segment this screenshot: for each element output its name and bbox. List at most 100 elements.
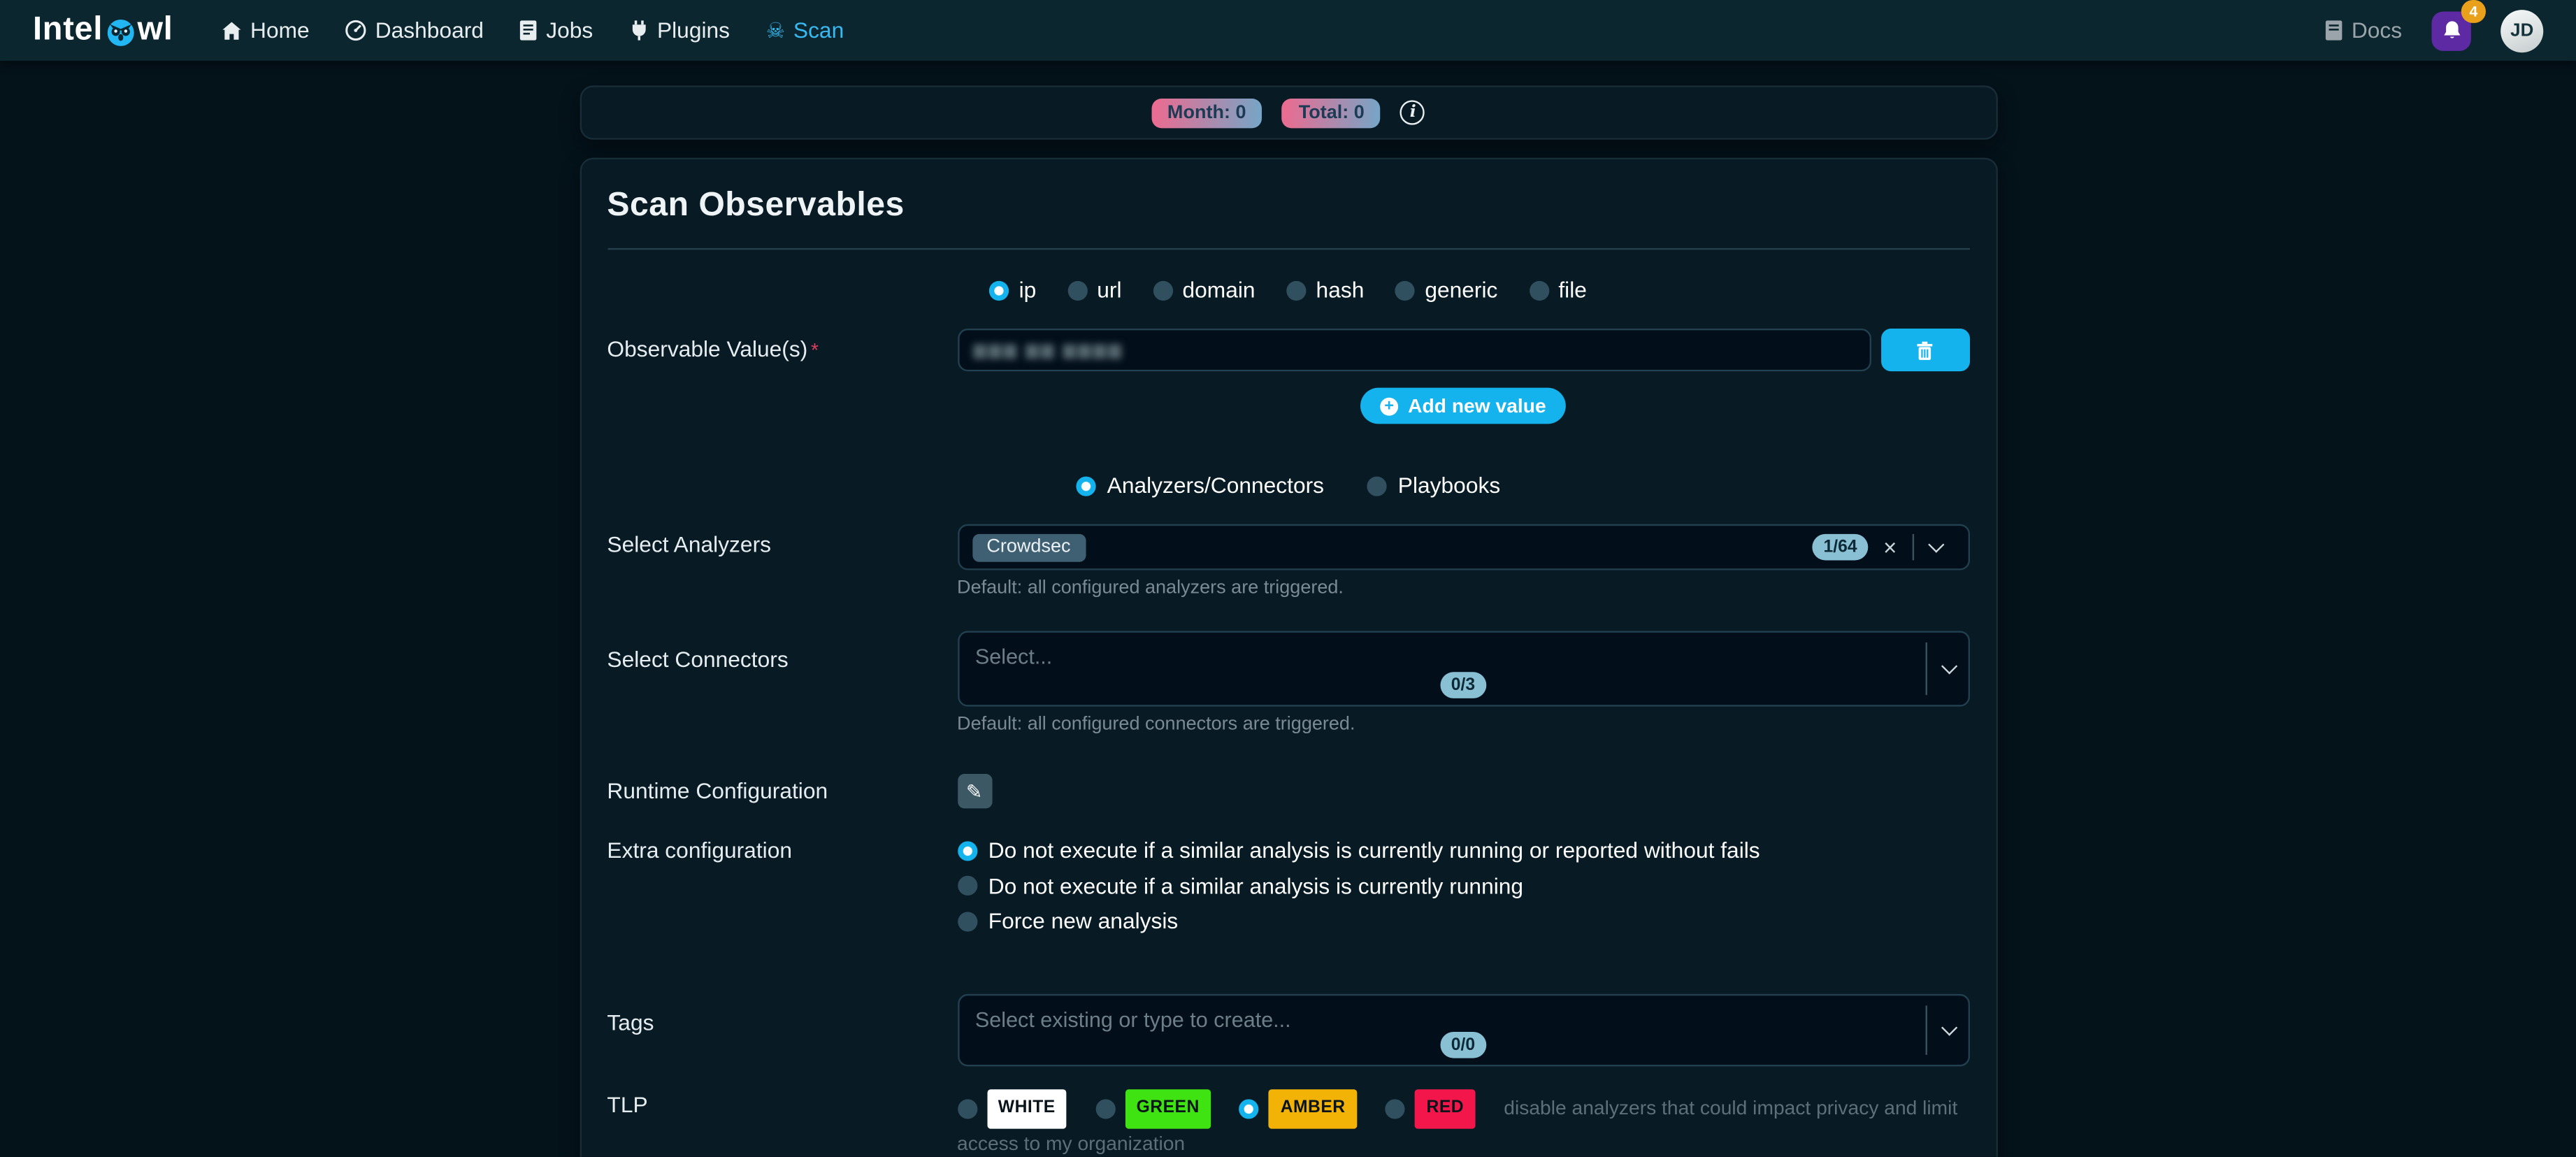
- radio-analyzers-connectors[interactable]: [1076, 475, 1095, 495]
- tlp-row: TLP WHITE GREEN AMBER RED disable analyz…: [607, 1088, 1969, 1157]
- month-quota-badge: Month: 0: [1151, 98, 1262, 127]
- page: Intel wl Home Dashboard: [0, 0, 2576, 1157]
- tlp-label: TLP: [607, 1088, 957, 1116]
- nav-item-home[interactable]: Home: [222, 18, 310, 43]
- radio-domain[interactable]: [1153, 280, 1172, 300]
- type-option-url[interactable]: url: [1067, 278, 1122, 302]
- type-option-hash[interactable]: hash: [1286, 278, 1364, 302]
- required-asterisk: *: [811, 338, 819, 361]
- type-option-domain[interactable]: domain: [1153, 278, 1255, 302]
- nav-item-dashboard[interactable]: Dashboard: [345, 18, 484, 43]
- plugins-icon: [629, 20, 649, 41]
- nav-label: Jobs: [546, 18, 593, 43]
- select-connectors-label: Select Connectors: [607, 631, 957, 673]
- runtime-configuration-label: Runtime Configuration: [607, 774, 957, 803]
- analyzers-select[interactable]: Crowdsec 1/64 ×: [957, 524, 1969, 570]
- nav-menu: Home Dashboard Jobs Plugins ☠ Scan: [222, 18, 844, 43]
- tlp-option-amber[interactable]: AMBER: [1239, 1088, 1357, 1128]
- extra-option-3[interactable]: Force new analysis: [957, 909, 1969, 933]
- plus-icon: +: [1380, 397, 1398, 415]
- brand-text-right: wl: [138, 11, 173, 49]
- pencil-icon: ✎: [966, 779, 983, 803]
- nav-label: Scan: [793, 18, 844, 43]
- select-connectors-row: Select Connectors Select... 0/3 Default:…: [607, 631, 1969, 735]
- select-divider: [1924, 642, 1926, 695]
- trash-icon: [1914, 339, 1936, 361]
- connectors-select[interactable]: Select... 0/3: [957, 631, 1969, 707]
- type-option-file[interactable]: file: [1529, 278, 1587, 302]
- select-analyzers-label: Select Analyzers: [607, 498, 957, 557]
- tlp-option-green[interactable]: GREEN: [1095, 1088, 1211, 1128]
- nav-item-plugins[interactable]: Plugins: [629, 18, 730, 43]
- nav-label: Home: [250, 18, 310, 43]
- nav-label: Plugins: [657, 18, 730, 43]
- chevron-down-icon[interactable]: [1927, 536, 1943, 552]
- radio-file[interactable]: [1529, 280, 1548, 300]
- remove-value-button[interactable]: [1880, 329, 1969, 371]
- tags-select[interactable]: Select existing or type to create... 0/0: [957, 993, 1969, 1065]
- clear-analyzers-icon[interactable]: ×: [1883, 536, 1897, 559]
- notification-count-badge: 4: [2461, 0, 2486, 22]
- navbar: Intel wl Home Dashboard: [0, 0, 2576, 61]
- radio-no-exec-running-or-reported[interactable]: [957, 840, 977, 860]
- quota-info-icon[interactable]: i: [1401, 100, 1425, 124]
- type-option-generic[interactable]: generic: [1395, 278, 1497, 302]
- select-divider: [1924, 1005, 1926, 1054]
- extra-option-2[interactable]: Do not execute if a similar analysis is …: [957, 873, 1969, 898]
- type-option-ip[interactable]: ip: [989, 278, 1036, 302]
- docs-link[interactable]: Docs: [2325, 18, 2402, 43]
- radio-tlp-red[interactable]: [1386, 1098, 1405, 1118]
- tlp-amber-badge[interactable]: AMBER: [1269, 1088, 1357, 1128]
- edit-runtime-config-button[interactable]: ✎: [957, 774, 991, 808]
- radio-tlp-white[interactable]: [957, 1098, 977, 1118]
- extra-configuration-label: Extra configuration: [607, 838, 957, 863]
- mode-option-analyzers-connectors[interactable]: Analyzers/Connectors: [1076, 473, 1324, 498]
- tags-count-badge: 0/0: [1439, 1031, 1486, 1058]
- extra-configuration-row: Extra configuration Do not execute if a …: [607, 838, 1969, 944]
- tags-placeholder: Select existing or type to create...: [975, 1007, 1291, 1031]
- docs-label: Docs: [2352, 18, 2402, 43]
- tlp-option-white[interactable]: WHITE: [957, 1088, 1067, 1128]
- page-title: Scan Observables: [607, 186, 1969, 250]
- radio-generic[interactable]: [1395, 280, 1415, 300]
- nav-item-jobs[interactable]: Jobs: [520, 18, 593, 43]
- radio-tlp-amber[interactable]: [1239, 1098, 1259, 1118]
- user-avatar[interactable]: JD: [2501, 9, 2543, 52]
- analyzers-helper-text: Default: all configured analyzers are tr…: [957, 578, 1969, 598]
- tlp-option-red[interactable]: RED: [1386, 1088, 1476, 1128]
- connectors-placeholder: Select...: [975, 644, 1052, 668]
- bell-icon: [2440, 20, 2462, 41]
- tlp-red-badge[interactable]: RED: [1415, 1088, 1475, 1128]
- analyzers-count-badge: 1/64: [1812, 534, 1869, 561]
- jobs-icon: [520, 20, 538, 41]
- add-new-value-button[interactable]: + Add new value: [1360, 388, 1566, 424]
- runtime-configuration-row: Runtime Configuration ✎: [607, 774, 1969, 808]
- scan-icon: ☠: [766, 20, 785, 41]
- observable-type-radio-group: ip url domain hash generic file: [607, 278, 1969, 302]
- tlp-green-badge[interactable]: GREEN: [1125, 1088, 1211, 1128]
- mode-option-playbooks[interactable]: Playbooks: [1367, 473, 1500, 498]
- radio-ip[interactable]: [989, 280, 1009, 300]
- observable-values-label: Observable Value(s)*: [607, 329, 957, 361]
- chevron-down-icon[interactable]: [1941, 658, 1957, 674]
- tags-label: Tags: [607, 993, 957, 1035]
- scan-form-card: Scan Observables ip url domain hash gene…: [579, 158, 1996, 1157]
- quota-card: Month: 0 Total: 0 i: [579, 85, 1996, 140]
- tlp-white-badge[interactable]: WHITE: [986, 1088, 1067, 1128]
- select-divider: [1912, 534, 1913, 561]
- radio-playbooks[interactable]: [1367, 475, 1386, 495]
- dashboard-icon: [345, 20, 367, 41]
- radio-no-exec-running[interactable]: [957, 876, 977, 896]
- observable-value-input[interactable]: ▆▆▆ ▆▆ ▆▆▆▆: [957, 329, 1871, 371]
- radio-url[interactable]: [1067, 280, 1087, 300]
- radio-tlp-green[interactable]: [1095, 1098, 1115, 1118]
- navbar-right: Docs 4 JD: [2325, 9, 2543, 52]
- chevron-down-icon[interactable]: [1941, 1019, 1957, 1035]
- radio-hash[interactable]: [1286, 280, 1306, 300]
- radio-force-new-analysis[interactable]: [957, 911, 977, 930]
- select-analyzers-row: Select Analyzers Crowdsec 1/64 × Default…: [607, 498, 1969, 598]
- notifications-button[interactable]: 4: [2431, 10, 2470, 50]
- nav-item-scan[interactable]: ☠ Scan: [766, 18, 844, 43]
- extra-option-1[interactable]: Do not execute if a similar analysis is …: [957, 838, 1969, 863]
- brand-logo[interactable]: Intel wl: [33, 11, 173, 49]
